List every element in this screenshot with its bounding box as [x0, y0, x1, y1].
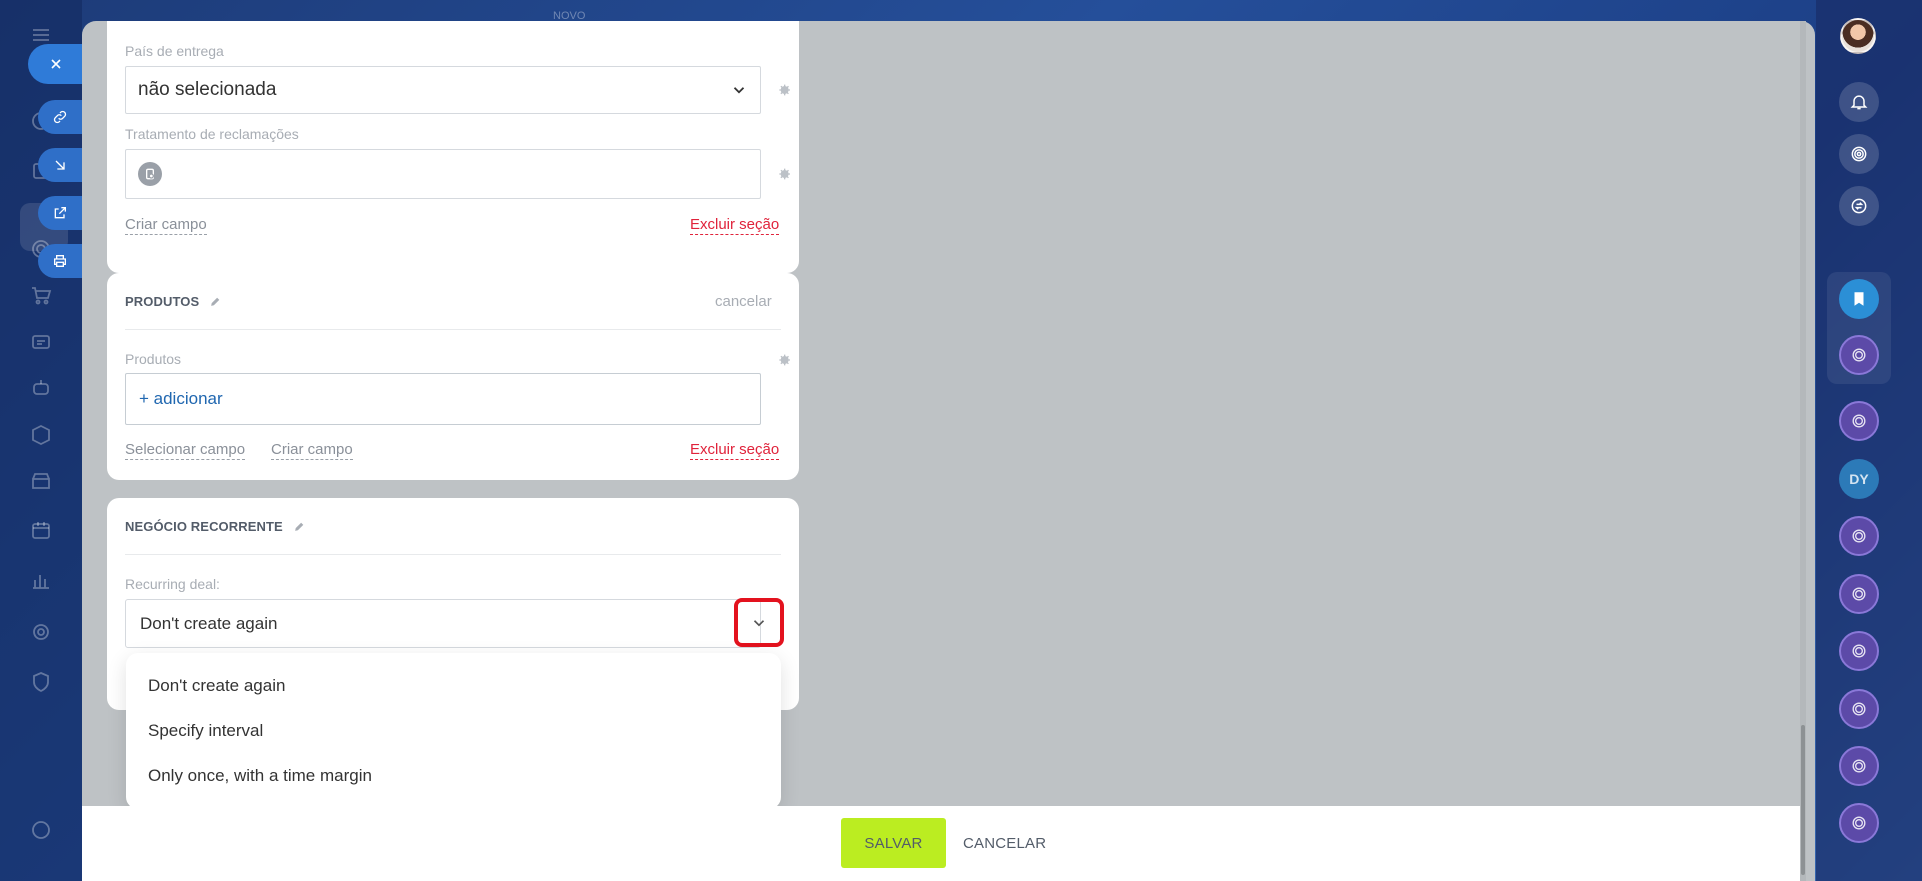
avatar[interactable] [1840, 18, 1876, 54]
delivery-country-settings[interactable] [775, 81, 793, 99]
delivery-country-select[interactable]: não selecionada [125, 66, 761, 114]
openline-chat-3[interactable] [1839, 516, 1879, 556]
spiral-icon [1852, 529, 1866, 543]
openline-chat-8[interactable] [1839, 803, 1879, 843]
robot-icon[interactable] [26, 373, 56, 403]
attachment-icon [138, 162, 162, 186]
chat-arrows-icon [1851, 198, 1867, 214]
delete-section-link[interactable]: Excluir seção [690, 216, 780, 235]
delete-section-link[interactable]: Excluir seção [690, 441, 780, 460]
open-new-window-button[interactable] [38, 196, 82, 230]
details-section: País de entrega não selecionada Tratamen… [107, 21, 799, 273]
gear-icon [779, 168, 790, 180]
openline-chat-6[interactable] [1839, 689, 1879, 729]
recurring-deal-value: Don't create again [140, 613, 278, 633]
cancel-button[interactable]: CANCELAR [963, 818, 1046, 868]
more-icon[interactable] [26, 815, 56, 845]
highlight-annotation [734, 598, 784, 647]
complaints-settings[interactable] [775, 165, 793, 183]
create-field-link[interactable]: Criar campo [271, 441, 353, 460]
delivery-country-value: não selecionada [138, 79, 277, 100]
complaints-label: Tratamento de reclamações [125, 126, 299, 142]
chevron-down-icon [733, 87, 745, 94]
spiral-icon [1852, 759, 1866, 773]
divider [125, 329, 781, 330]
pencil-icon[interactable] [293, 520, 306, 533]
minimize-button[interactable] [38, 148, 82, 182]
store-icon[interactable] [26, 466, 56, 496]
products-cancel-link[interactable]: cancelar [715, 293, 772, 310]
arrow-down-right-icon [55, 160, 65, 170]
recurring-deal-options-menu: Don't create again Specify interval Only… [126, 653, 781, 809]
divider [125, 554, 781, 555]
spiral-icon [1852, 644, 1866, 658]
option-only-once-time-margin[interactable]: Only once, with a time margin [148, 766, 372, 786]
openline-chat-5[interactable] [1839, 631, 1879, 671]
spiral-icon [1852, 414, 1866, 428]
analytics-icon[interactable] [26, 566, 56, 596]
select-field-link[interactable]: Selecionar campo [125, 441, 246, 460]
spiral-icon [1852, 702, 1866, 716]
marketing-icon[interactable] [26, 327, 56, 357]
print-button[interactable] [38, 244, 82, 278]
calendar-icon[interactable] [26, 515, 56, 545]
link-icon [53, 110, 67, 124]
openline-chat-4[interactable] [1839, 574, 1879, 614]
copy-link-button[interactable] [38, 100, 82, 134]
spiral-icon [1852, 348, 1866, 362]
spiral-icon [1851, 146, 1867, 162]
openline-chat-7[interactable] [1839, 746, 1879, 786]
recurring-section-title: NEGÓCIO RECORRENTE [125, 519, 306, 534]
products-field-label: Produtos [125, 351, 182, 367]
openline-chat-1[interactable] [1839, 335, 1879, 375]
shield-icon[interactable] [26, 667, 56, 697]
close-slider-button[interactable] [28, 44, 84, 84]
option-dont-create-again[interactable]: Don't create again [148, 676, 285, 696]
recurring-deal-label: Recurring deal: [125, 576, 220, 592]
products-title-text: PRODUTOS [125, 294, 200, 309]
delivery-country-label: País de entrega [125, 43, 224, 59]
bell-icon [1850, 95, 1868, 110]
bookmark-icon [1854, 292, 1864, 306]
user-initials-badge[interactable]: DY [1839, 459, 1879, 499]
cart-icon[interactable] [26, 280, 56, 310]
pencil-icon[interactable] [209, 295, 222, 308]
spiral-icon [1852, 816, 1866, 830]
complaints-field[interactable] [125, 149, 761, 199]
scrollbar-thumb[interactable] [1801, 725, 1805, 875]
external-link-icon [54, 207, 66, 219]
printer-icon [54, 255, 66, 267]
products-section-title: PRODUTOS [125, 294, 222, 309]
box-icon[interactable] [26, 420, 56, 450]
chat-button[interactable] [1839, 186, 1879, 226]
option-specify-interval[interactable]: Specify interval [148, 721, 263, 741]
recurring-title-text: NEGÓCIO RECORRENTE [125, 519, 283, 534]
settings-icon[interactable] [26, 617, 56, 647]
products-add-box[interactable]: + adicionar [125, 373, 761, 425]
recurring-deal-select[interactable]: Don't create again [125, 599, 761, 648]
bookmark-button[interactable] [1839, 279, 1879, 319]
create-field-link[interactable]: Criar campo [125, 216, 207, 235]
openline-chat-2[interactable] [1839, 401, 1879, 441]
notifications-button[interactable] [1839, 82, 1879, 122]
gear-icon [779, 354, 790, 366]
copilot-button[interactable] [1839, 134, 1879, 174]
add-product-link[interactable]: + adicionar [139, 389, 223, 409]
gear-icon [779, 84, 790, 96]
products-section: PRODUTOS cancelar Produtos + adicionar S… [107, 273, 799, 480]
save-button[interactable]: SALVAR [841, 818, 946, 868]
close-icon [51, 59, 61, 69]
spiral-icon [1852, 587, 1866, 601]
products-settings[interactable] [775, 351, 793, 369]
